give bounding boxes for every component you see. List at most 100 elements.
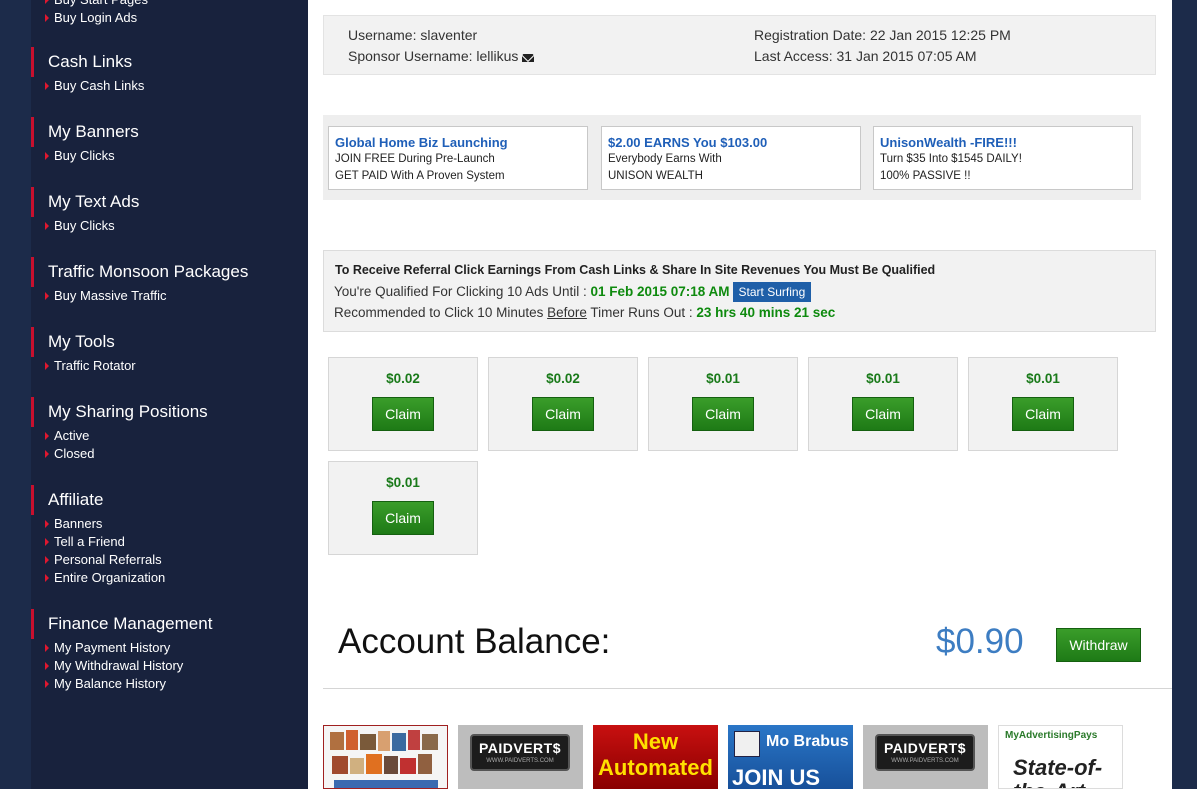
text-ad-headline[interactable]: $2.00 EARNS You $103.00 (608, 135, 854, 151)
qualified-until-date: 01 Feb 2015 07:18 AM (590, 284, 730, 299)
qualification-panel: To Receive Referral Click Earnings From … (323, 250, 1156, 332)
banner-ad-mobrabus[interactable]: Mo Brabus JOIN US (728, 725, 853, 789)
sidebar-title-finance-management[interactable]: Finance Management (31, 609, 308, 639)
sidebar-title-my-tools[interactable]: My Tools (31, 327, 308, 357)
sidebar-item-tell-a-friend[interactable]: Tell a Friend (31, 533, 308, 551)
sponsor-text: Sponsor Username: lellikus (348, 48, 519, 64)
banner-ad-cats[interactable] (323, 725, 448, 789)
start-surfing-button[interactable]: Start Surfing (732, 282, 812, 302)
claim-button[interactable]: Claim (692, 397, 754, 431)
sidebar-item-buy-massive-traffic[interactable]: Buy Massive Traffic (31, 287, 308, 305)
text-ad-line: JOIN FREE During Pre-Launch (335, 153, 495, 165)
text-ad-line: GET PAID With A Proven System (335, 170, 505, 182)
sidebar-item-buy-text-ad-clicks[interactable]: Buy Clicks (31, 217, 308, 235)
sidebar-item-buy-login-ads[interactable]: Buy Login Ads (31, 9, 308, 27)
claim-button[interactable]: Claim (372, 501, 434, 535)
sidebar-group-my-sharing-positions: My Sharing Positions Active Closed (31, 397, 308, 463)
account-info-panel: Username: slaventer Sponsor Username: le… (323, 15, 1156, 75)
text-ad-headline[interactable]: Global Home Biz Launching (335, 135, 581, 151)
username-text: Username: slaventer (348, 27, 478, 43)
claim-amount: $0.01 (386, 475, 420, 490)
sidebar-group-my-tools: My Tools Traffic Rotator (31, 327, 308, 375)
sidebar-item-closed[interactable]: Closed (31, 445, 308, 463)
sidebar-item-banners[interactable]: Banners (31, 515, 308, 533)
claim-amount: $0.01 (706, 371, 740, 386)
banner-ad-automated[interactable]: New Automated (593, 725, 718, 789)
sidebar-item-my-payment-history[interactable]: My Payment History (31, 639, 308, 657)
paidverts-url: WWW.PAIDVERTS.COM (486, 758, 554, 764)
sidebar-item-personal-referrals[interactable]: Personal Referrals (31, 551, 308, 569)
text-ads-strip: Global Home Biz Launching JOIN FREE Duri… (323, 115, 1141, 200)
qualification-status: You're Qualified For Clicking 10 Ads Unt… (334, 282, 812, 302)
sidebar-group-affiliate: Affiliate Banners Tell a Friend Personal… (31, 485, 308, 587)
claim-box: $0.01 Claim (808, 357, 958, 451)
claim-amount: $0.01 (866, 371, 900, 386)
sidebar-group-cash-links: Cash Links Buy Cash Links (31, 47, 308, 95)
text-ad-line: Turn $35 Into $1545 DAILY! (880, 153, 1022, 165)
sidebar: Buy Start Pages Buy Login Ads Cash Links… (31, 0, 308, 789)
paidverts-logo: PAIDVERT$ WWW.PAIDVERTS.COM (470, 734, 570, 771)
text-ad[interactable]: UnisonWealth -FIRE!!! Turn $35 Into $154… (873, 126, 1133, 190)
sidebar-item-traffic-rotator[interactable]: Traffic Rotator (31, 357, 308, 375)
timer-line: Recommended to Click 10 Minutes Before T… (334, 305, 835, 320)
sidebar-item-entire-organization[interactable]: Entire Organization (31, 569, 308, 587)
claim-button[interactable]: Claim (1012, 397, 1074, 431)
qualified-until-label: You're Qualified For Clicking 10 Ads Unt… (334, 284, 591, 299)
claim-button[interactable]: Claim (532, 397, 594, 431)
banner-ad-paidverts[interactable]: PAIDVERT$ WWW.PAIDVERTS.COM (863, 725, 988, 789)
claim-amount: $0.02 (546, 371, 580, 386)
countdown-timer: 23 hrs 40 mins 21 sec (696, 305, 836, 320)
mobrabus-join: JOIN US (732, 765, 821, 789)
text-ad[interactable]: $2.00 EARNS You $103.00 Everybody Earns … (601, 126, 861, 190)
timer-label-before: Before (547, 305, 587, 320)
claim-button[interactable]: Claim (852, 397, 914, 431)
withdraw-button[interactable]: Withdraw (1056, 628, 1141, 662)
paidverts-url: WWW.PAIDVERTS.COM (891, 758, 959, 764)
sidebar-title-my-banners[interactable]: My Banners (31, 117, 308, 147)
divider (323, 688, 1172, 689)
mail-icon[interactable] (522, 54, 535, 62)
sidebar-item-my-balance-history[interactable]: My Balance History (31, 675, 308, 693)
sidebar-group-my-text-ads: My Text Ads Buy Clicks (31, 187, 308, 235)
sidebar-title-affiliate[interactable]: Affiliate (31, 485, 308, 515)
banner-ad-myadvertisingpays[interactable]: MyAdvertisingPays State-of-the-Art (998, 725, 1123, 789)
text-ad-line: 100% PASSIVE !! (880, 170, 971, 182)
timer-label-mid: Timer Runs Out : (586, 305, 697, 320)
sidebar-group-traffic-monsoon-packages: Traffic Monsoon Packages Buy Massive Tra… (31, 257, 308, 305)
paidverts-logo: PAIDVERT$ WWW.PAIDVERTS.COM (875, 734, 975, 771)
banner-ad-paidverts[interactable]: PAIDVERT$ WWW.PAIDVERTS.COM (458, 725, 583, 789)
sidebar-title-cash-links[interactable]: Cash Links (31, 47, 308, 77)
claim-box: $0.02 Claim (488, 357, 638, 451)
sidebar-group-finance-management: Finance Management My Payment History My… (31, 609, 308, 693)
account-balance-value: $0.90 (936, 622, 1024, 661)
registration-date-text: Registration Date: 22 Jan 2015 12:25 PM (754, 27, 1011, 43)
last-access-text: Last Access: 31 Jan 2015 07:05 AM (754, 48, 977, 64)
claim-button[interactable]: Claim (372, 397, 434, 431)
sidebar-item-buy-start-pages[interactable]: Buy Start Pages (31, 0, 308, 9)
sidebar-title-my-text-ads[interactable]: My Text Ads (31, 187, 308, 217)
text-ad-line: Everybody Earns With (608, 153, 722, 165)
claim-amount: $0.02 (386, 371, 420, 386)
claim-box: $0.02 Claim (328, 357, 478, 451)
text-ad-line: UNISON WEALTH (608, 170, 703, 182)
claim-box: $0.01 Claim (328, 461, 478, 555)
cats-collage-image (330, 730, 438, 788)
sidebar-title-my-sharing-positions[interactable]: My Sharing Positions (31, 397, 308, 427)
right-edge-background (1172, 0, 1197, 789)
claim-box: $0.01 Claim (648, 357, 798, 451)
text-ad-headline[interactable]: UnisonWealth -FIRE!!! (880, 135, 1126, 151)
sidebar-title-traffic-monsoon-packages[interactable]: Traffic Monsoon Packages (31, 257, 308, 287)
qualification-heading: To Receive Referral Click Earnings From … (335, 263, 936, 277)
map-slogan: State-of-the-Art (1013, 755, 1103, 789)
automated-line1: New (632, 729, 679, 754)
sponsor-line: Sponsor Username: lellikus (348, 48, 535, 64)
text-ad[interactable]: Global Home Biz Launching JOIN FREE Duri… (328, 126, 588, 190)
automated-line2: Automated (598, 755, 713, 780)
sidebar-group-my-banners: My Banners Buy Clicks (31, 117, 308, 165)
sidebar-item-active[interactable]: Active (31, 427, 308, 445)
account-balance-label: Account Balance: (338, 622, 611, 661)
sidebar-item-buy-cash-links[interactable]: Buy Cash Links (31, 77, 308, 95)
sidebar-item-my-withdrawal-history[interactable]: My Withdrawal History (31, 657, 308, 675)
claim-box: $0.01 Claim (968, 357, 1118, 451)
sidebar-item-buy-banner-clicks[interactable]: Buy Clicks (31, 147, 308, 165)
